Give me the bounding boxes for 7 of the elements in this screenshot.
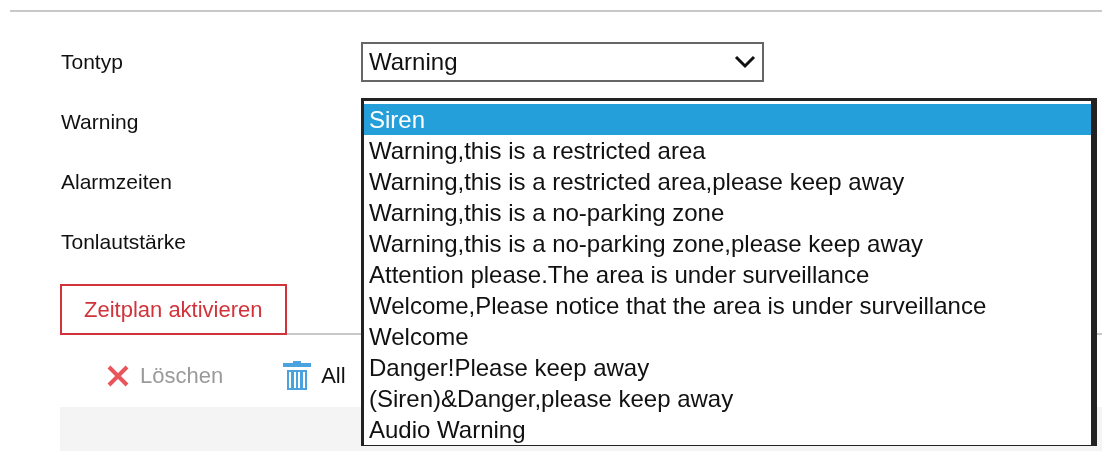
field-label: Tonlautstärke	[61, 230, 186, 254]
sound-type-select[interactable]: Warning	[361, 42, 764, 82]
field-label: Warning	[61, 110, 139, 134]
field-label: Alarmzeiten	[61, 170, 172, 194]
delete-all-button[interactable]: All	[283, 361, 346, 391]
field-label: Tontyp	[61, 50, 123, 74]
schedule-tab[interactable]: Zeitplan aktivieren	[60, 284, 287, 335]
